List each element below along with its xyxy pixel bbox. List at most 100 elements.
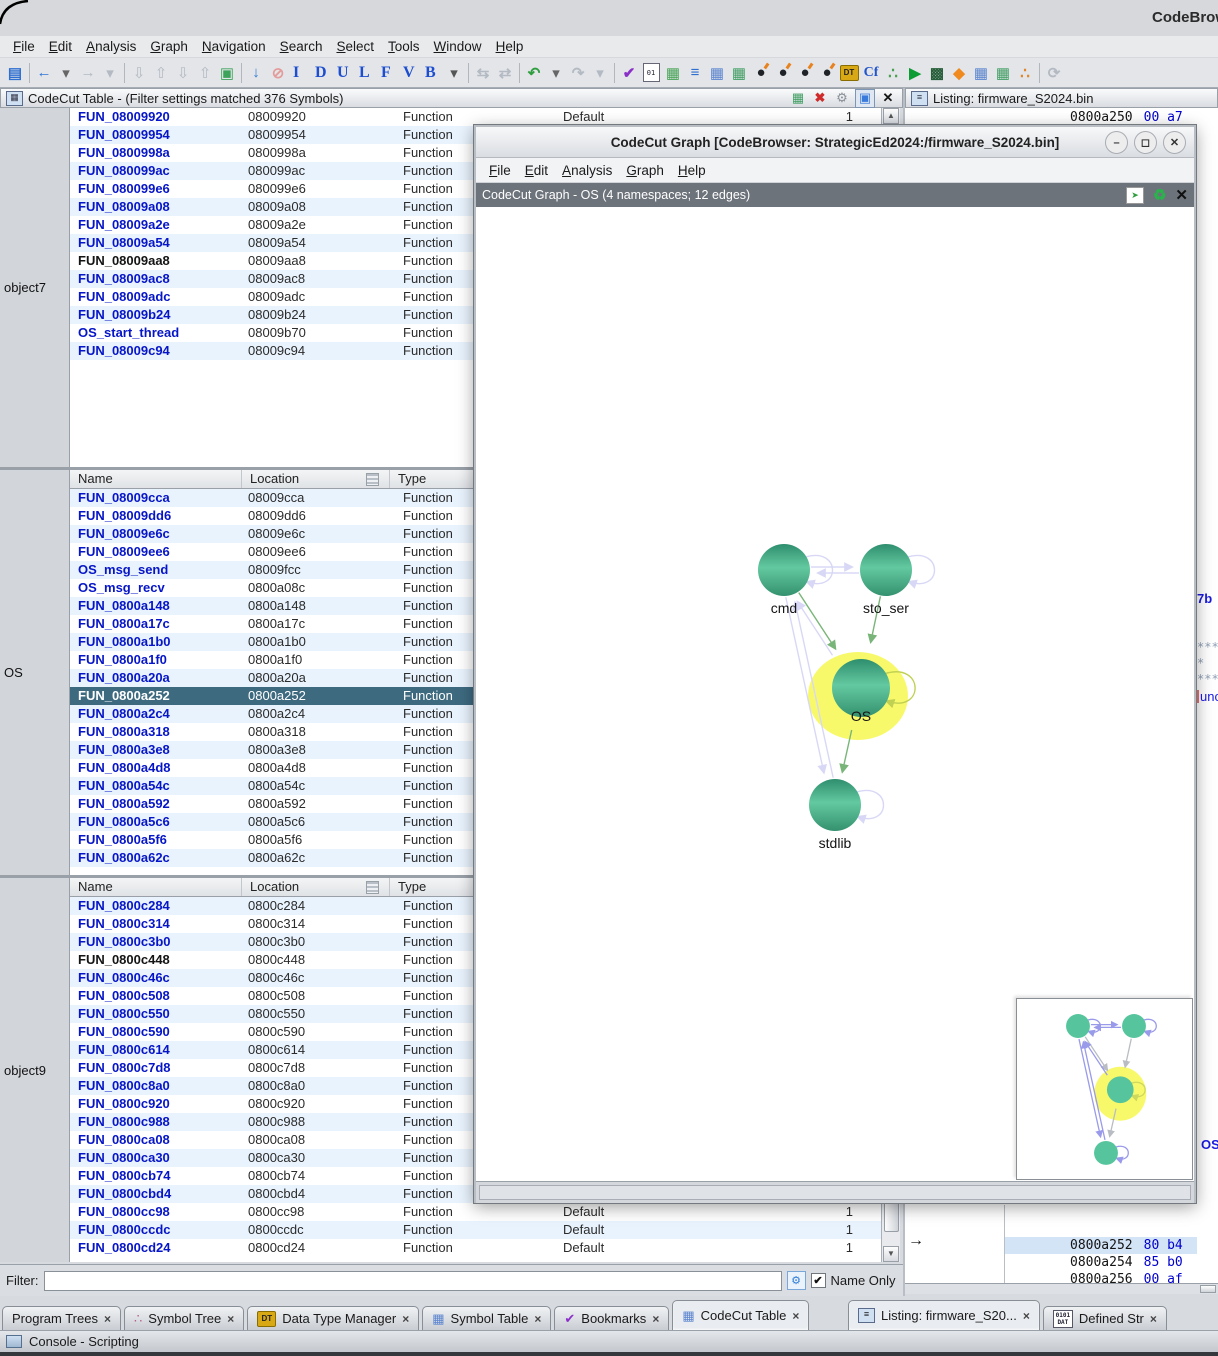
next-selection-icon[interactable]: ⇄ (494, 61, 516, 85)
table-row[interactable]: FUN_0800cd240800cd24FunctionDefault1 (70, 1239, 881, 1257)
memory-map-icon[interactable]: ▩ (926, 61, 948, 85)
scroll-up-icon[interactable]: ▲ (883, 108, 899, 124)
graph-canvas[interactable]: cmdsto_serOSstdlib (476, 207, 1194, 1181)
back-icon[interactable]: ← (33, 61, 55, 85)
binary-view-icon[interactable]: 01 (640, 61, 662, 85)
tab-listing-firmware-s20-[interactable]: ≡Listing: firmware_S20...× (848, 1300, 1040, 1330)
forward-menu-icon[interactable]: ▾ (99, 61, 121, 85)
bomb-3-icon[interactable]: ● (794, 61, 816, 85)
letter-f-icon[interactable]: F (377, 61, 399, 85)
forward-icon[interactable]: → (77, 61, 99, 85)
patch-down-icon[interactable]: ⇩ (172, 61, 194, 85)
patch-up-icon[interactable]: ⇧ (194, 61, 216, 85)
module-graph-icon[interactable]: ∴ (882, 61, 904, 85)
diamond-icon[interactable]: ◆ (948, 61, 970, 85)
back-menu-icon[interactable]: ▾ (55, 61, 77, 85)
menu-select[interactable]: Select (329, 37, 381, 56)
tab-symbol-table[interactable]: ▦Symbol Table× (422, 1306, 551, 1330)
menu-file[interactable]: File (6, 37, 42, 56)
graph-menu-graph[interactable]: Graph (619, 161, 671, 180)
disassemble-up-icon[interactable]: ⇧ (150, 61, 172, 85)
data-window-icon[interactable]: ⟳ (1043, 61, 1065, 85)
close-button[interactable]: ✕ (1163, 131, 1186, 154)
letter-u-icon[interactable]: U (333, 61, 355, 85)
redo-menu-icon[interactable]: ▾ (589, 61, 611, 85)
bomb-1-icon[interactable]: ● (750, 61, 772, 85)
tab-close-icon[interactable]: × (402, 1312, 409, 1326)
filter-input[interactable] (44, 1271, 782, 1291)
callgraph-icon[interactable]: ∴ (1014, 61, 1036, 85)
prev-selection-icon[interactable]: ⇆ (472, 61, 494, 85)
bomb-2-icon[interactable]: ● (772, 61, 794, 85)
validate-icon[interactable]: ✔ (618, 61, 640, 85)
graph-close-icon[interactable]: ✕ (1175, 186, 1188, 204)
tab-close-icon[interactable]: × (792, 1309, 799, 1323)
tab-close-icon[interactable]: × (1023, 1309, 1030, 1323)
symbol-refs-icon[interactable]: ▦ (992, 61, 1014, 85)
bomb-4-icon[interactable]: ● (816, 61, 838, 85)
graph-minimap[interactable] (1016, 998, 1193, 1180)
menu-help[interactable]: Help (489, 37, 531, 56)
menu-search[interactable]: Search (273, 37, 330, 56)
save-icon[interactable]: ▤ (4, 61, 26, 85)
graph-menu-edit[interactable]: Edit (518, 161, 555, 180)
column-header-name[interactable]: Name (70, 470, 242, 488)
tab-close-icon[interactable]: × (104, 1312, 111, 1326)
column-header-location[interactable]: Location (242, 470, 390, 488)
listing-view-icon[interactable]: ≡ (684, 61, 706, 85)
graph-menu-file[interactable]: File (482, 161, 518, 180)
tab-program-trees[interactable]: Program Trees× (2, 1306, 121, 1330)
table-row[interactable]: FUN_0800992008009920FunctionDefault1 (70, 108, 881, 126)
graph-refresh-icon[interactable]: ♻ (1153, 186, 1166, 204)
table-row[interactable]: FUN_0800cc980800cc98FunctionDefault1 (70, 1203, 881, 1221)
codecut-graph-window[interactable]: CodeCut Graph [CodeBrowser: StrategicEd2… (474, 125, 1196, 1203)
minimize-button[interactable]: – (1105, 131, 1128, 154)
listing-hscroll-thumb[interactable] (1200, 1285, 1216, 1293)
clear-code-icon[interactable]: ⊘ (267, 61, 289, 85)
tab-close-icon[interactable]: × (227, 1312, 234, 1326)
tab-bookmarks[interactable]: ✔Bookmarks× (554, 1306, 669, 1330)
graph-window-titlebar[interactable]: CodeCut Graph [CodeBrowser: StrategicEd2… (476, 127, 1194, 158)
name-only-checkbox[interactable]: ✔ (811, 1273, 826, 1288)
run-script-icon[interactable]: ▶ (904, 61, 926, 85)
filter-options-icon[interactable]: ⚙ (787, 1271, 806, 1290)
snapshot-doc-icon[interactable]: ▣ (216, 61, 238, 85)
tab-close-icon[interactable]: × (652, 1312, 659, 1326)
sort-icon[interactable] (366, 473, 379, 486)
graph-snapshot-icon[interactable]: ➤ (1126, 187, 1144, 204)
letters-menu-icon[interactable]: ▾ (443, 61, 465, 85)
datatype-archive-icon[interactable]: DT (838, 61, 860, 85)
export-program-icon[interactable]: ▦ (662, 61, 684, 85)
cf-icon[interactable]: Cf (860, 61, 882, 85)
tab-defined-str[interactable]: 0101DATDefined Str× (1043, 1306, 1167, 1330)
letter-d-icon[interactable]: D (311, 61, 333, 85)
pull-disassemble-icon[interactable]: ↓ (245, 61, 267, 85)
letter-l-icon[interactable]: L (355, 61, 377, 85)
tab-close-icon[interactable]: × (534, 1312, 541, 1326)
splitter-arrow-icon[interactable]: → (908, 1232, 924, 1250)
tab-codecut-table[interactable]: ▦CodeCut Table× (672, 1300, 809, 1330)
menu-edit[interactable]: Edit (42, 37, 79, 56)
table-view-icon[interactable]: ▦ (706, 61, 728, 85)
options-icon[interactable]: ⚙ (833, 90, 851, 107)
send-to-table-icon[interactable]: ▦ (789, 90, 807, 107)
menu-navigation[interactable]: Navigation (195, 37, 273, 56)
tab-close-icon[interactable]: × (1150, 1312, 1157, 1326)
undo-icon[interactable]: ↶ (523, 61, 545, 85)
column-header-name[interactable]: Name (70, 878, 242, 896)
menu-tools[interactable]: Tools (381, 37, 427, 56)
table-export-icon[interactable]: ▦ (728, 61, 750, 85)
listing-hex-line[interactable]: 0800a25485 b0 (1070, 1254, 1183, 1271)
column-header-location[interactable]: Location (242, 878, 390, 896)
menu-analysis[interactable]: Analysis (79, 37, 143, 56)
listing-hex-line[interactable]: 0800a25280 b4 (1070, 1237, 1183, 1254)
listing-hex-line[interactable]: 0800a25600 af (1070, 1271, 1183, 1288)
tab-data-type-manager[interactable]: DTData Type Manager× (247, 1306, 419, 1330)
menu-window[interactable]: Window (427, 37, 489, 56)
menu-graph[interactable]: Graph (143, 37, 195, 56)
undo-menu-icon[interactable]: ▾ (545, 61, 567, 85)
letter-b-icon[interactable]: B (421, 61, 443, 85)
letter-v-icon[interactable]: V (399, 61, 421, 85)
sort-icon[interactable] (366, 881, 379, 894)
graph-menu-help[interactable]: Help (671, 161, 713, 180)
